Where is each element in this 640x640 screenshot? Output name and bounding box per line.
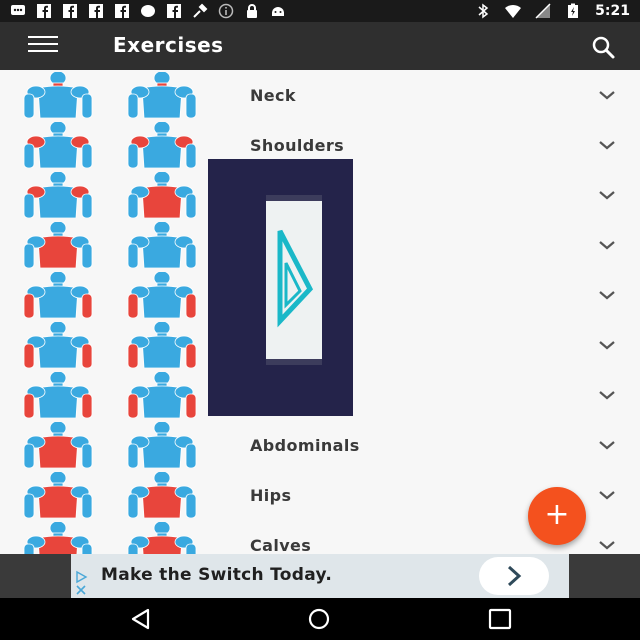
facebook-icon <box>167 4 181 18</box>
back-muscle-figure <box>127 522 197 554</box>
exercise-label: Neck <box>250 86 296 105</box>
exercise-label: Hips <box>250 486 292 505</box>
front-muscle-figure <box>23 222 93 268</box>
facebook-icon <box>37 4 51 18</box>
android-icon <box>272 7 284 16</box>
front-muscle-figure <box>23 172 93 218</box>
facebook-icon <box>89 4 103 18</box>
play-triangle-icon <box>277 229 314 328</box>
overlay-image[interactable] <box>208 159 353 416</box>
chevron-down-icon[interactable] <box>598 440 616 450</box>
front-muscle-figure <box>23 372 93 418</box>
back-muscle-figure <box>127 72 197 118</box>
overlay-play-graphic <box>266 195 322 365</box>
front-muscle-figure <box>23 272 93 318</box>
front-muscle-figure <box>23 72 93 118</box>
signal-icon <box>535 3 551 19</box>
add-exercise-button[interactable]: + <box>528 487 586 545</box>
hamburger-menu-icon[interactable] <box>28 36 58 56</box>
exercise-row[interactable]: Abdominals <box>0 420 640 471</box>
back-icon[interactable] <box>128 607 154 631</box>
chevron-down-icon[interactable] <box>598 540 616 550</box>
exercise-label: Abdominals <box>250 436 360 455</box>
chevron-right-icon <box>507 565 522 587</box>
home-icon[interactable] <box>306 607 332 631</box>
front-muscle-figure <box>23 472 93 518</box>
back-muscle-figure <box>127 372 197 418</box>
chevron-down-icon[interactable] <box>598 490 616 500</box>
chevron-down-icon[interactable] <box>598 340 616 350</box>
exercise-row[interactable]: Neck <box>0 70 640 121</box>
chevron-down-icon[interactable] <box>598 390 616 400</box>
back-muscle-figure <box>127 122 197 168</box>
back-muscle-figure <box>127 322 197 368</box>
back-muscle-figure <box>127 172 197 218</box>
ad-banner[interactable]: Make the Switch Today. <box>71 554 569 598</box>
chevron-down-icon[interactable] <box>598 90 616 100</box>
system-nav-bar <box>0 598 640 640</box>
ad-open-button[interactable] <box>479 557 549 595</box>
battery-icon <box>568 3 579 18</box>
adchoices-icon[interactable] <box>73 570 91 596</box>
status-bar: 5:21 <box>0 0 640 22</box>
chevron-down-icon[interactable] <box>598 140 616 150</box>
system-icons: 5:21 <box>475 2 630 20</box>
chat-icon <box>11 5 25 15</box>
chevron-down-icon[interactable] <box>598 190 616 200</box>
lock-icon <box>247 4 257 18</box>
front-muscle-figure <box>23 322 93 368</box>
search-icon[interactable] <box>590 34 616 60</box>
back-muscle-figure <box>127 272 197 318</box>
chevron-down-icon[interactable] <box>598 290 616 300</box>
front-muscle-figure <box>23 122 93 168</box>
chevron-down-icon[interactable] <box>598 240 616 250</box>
exercise-label: Calves <box>250 536 312 554</box>
back-muscle-figure <box>127 222 197 268</box>
exercise-label: Shoulders <box>250 136 345 155</box>
wifi-icon <box>505 4 522 18</box>
recents-icon[interactable] <box>487 607 513 631</box>
clock-time: 5:21 <box>595 3 630 19</box>
front-muscle-figure <box>23 522 93 554</box>
info-icon <box>218 3 234 19</box>
back-muscle-figure <box>127 422 197 468</box>
circle-icon <box>141 5 155 17</box>
notification-icons <box>10 3 286 19</box>
app-bar: Exercises <box>0 22 640 70</box>
back-muscle-figure <box>127 472 197 518</box>
facebook-icon <box>63 4 77 18</box>
front-muscle-figure <box>23 422 93 468</box>
ad-area: Make the Switch Today. <box>0 554 640 598</box>
ad-text: Make the Switch Today. <box>101 565 333 585</box>
page-title: Exercises <box>113 33 224 57</box>
tools-icon <box>193 3 208 18</box>
bluetooth-icon <box>478 3 489 19</box>
facebook-icon <box>115 4 129 18</box>
